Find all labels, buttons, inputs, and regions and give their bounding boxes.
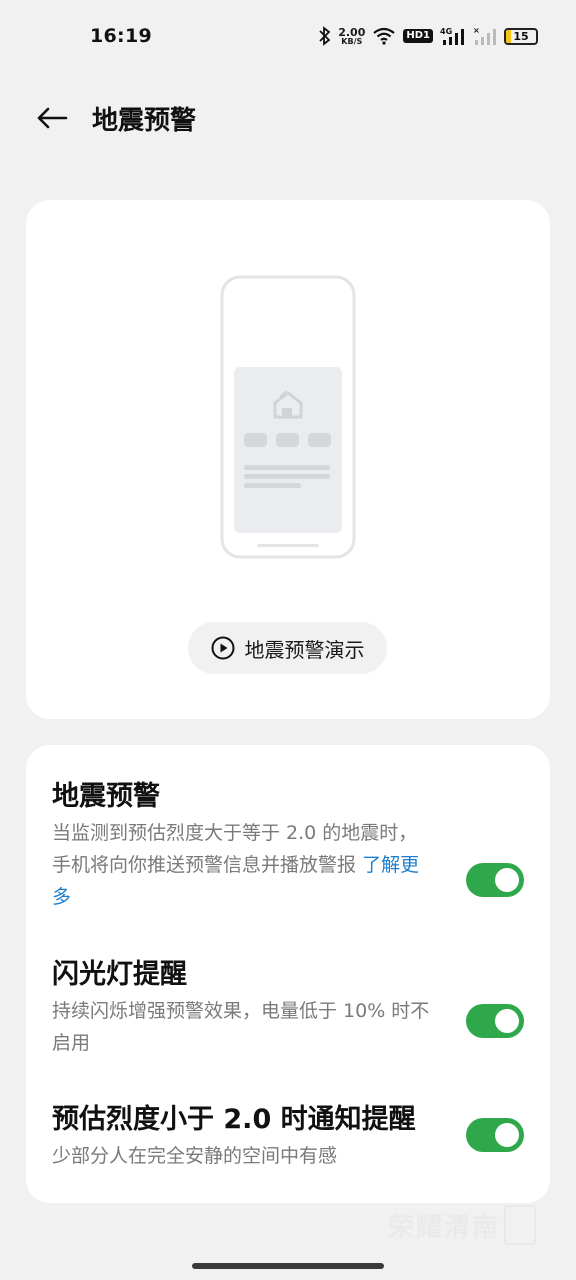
gesture-nav-bar[interactable]	[192, 1263, 384, 1269]
setting-description: 持续闪烁增强预警效果，电量低于 10% 时不启用	[52, 1000, 430, 1054]
earthquake-demo-button[interactable]: 地震预警演示	[188, 622, 387, 674]
watermark-text: 荣耀渭南	[387, 1212, 500, 1243]
low-intensity-notify-toggle[interactable]	[466, 1118, 524, 1152]
setting-description: 少部分人在完全安静的空间中有感	[52, 1145, 338, 1167]
signal-empty-icon: ×	[473, 26, 497, 46]
page-title: 地震预警	[92, 105, 197, 136]
setting-earthquake-alert: 地震预警 当监测到预估烈度大于等于 2.0 的地震时，手机将向你推送预警信息并播…	[52, 779, 524, 913]
network-type-label: 4G	[440, 27, 452, 36]
demo-button-label: 地震预警演示	[244, 637, 365, 662]
setting-title: 闪光灯提醒	[52, 959, 187, 990]
setting-title: 地震预警	[52, 781, 160, 812]
phone-alert-illustration	[220, 275, 356, 559]
status-bar: 16:19 2.00 KB/S HD1 4G × 15	[0, 0, 576, 72]
status-icons: 2.00 KB/S HD1 4G × 15	[319, 26, 538, 46]
bluetooth-icon	[319, 26, 331, 46]
play-icon	[211, 636, 234, 660]
hd-icon: HD1	[403, 29, 433, 43]
network-speed-unit: KB/S	[341, 36, 363, 46]
wifi-icon	[372, 27, 396, 45]
watermark: 荣耀渭南	[388, 1205, 536, 1245]
toggle-knob	[495, 1009, 519, 1033]
setting-title: 预估烈度小于 2.0 时通知提醒	[52, 1104, 416, 1135]
signal-4g-icon: 4G	[440, 26, 466, 46]
back-button[interactable]	[34, 100, 70, 136]
setting-description: 当监测到预估烈度大于等于 2.0 的地震时，手机将向你推送预警信息并播放警报 了…	[52, 817, 432, 913]
demo-card: 地震预警演示	[26, 200, 550, 719]
network-speed: 2.00 KB/S	[338, 27, 365, 46]
page-header: 地震预警	[0, 88, 576, 148]
svg-text:×: ×	[473, 26, 480, 35]
battery-level: 15	[513, 29, 529, 43]
battery-icon: 15	[504, 27, 538, 45]
back-arrow-icon	[37, 107, 68, 129]
flash-reminder-toggle[interactable]	[466, 1004, 524, 1038]
battery-fill	[506, 29, 511, 43]
toggle-knob	[495, 1123, 519, 1147]
toggle-knob	[495, 868, 519, 892]
settings-card: 地震预警 当监测到预估烈度大于等于 2.0 的地震时，手机将向你推送预警信息并播…	[26, 745, 550, 1203]
setting-low-intensity-notify: 预估烈度小于 2.0 时通知提醒 少部分人在完全安静的空间中有感	[52, 1102, 524, 1172]
setting-flash-reminder: 闪光灯提醒 持续闪烁增强预警效果，电量低于 10% 时不启用	[52, 957, 524, 1059]
status-time: 16:19	[90, 25, 152, 47]
earthquake-alert-toggle[interactable]	[466, 863, 524, 897]
network-speed-value: 2.00	[338, 25, 366, 39]
watermark-logo	[504, 1205, 536, 1245]
